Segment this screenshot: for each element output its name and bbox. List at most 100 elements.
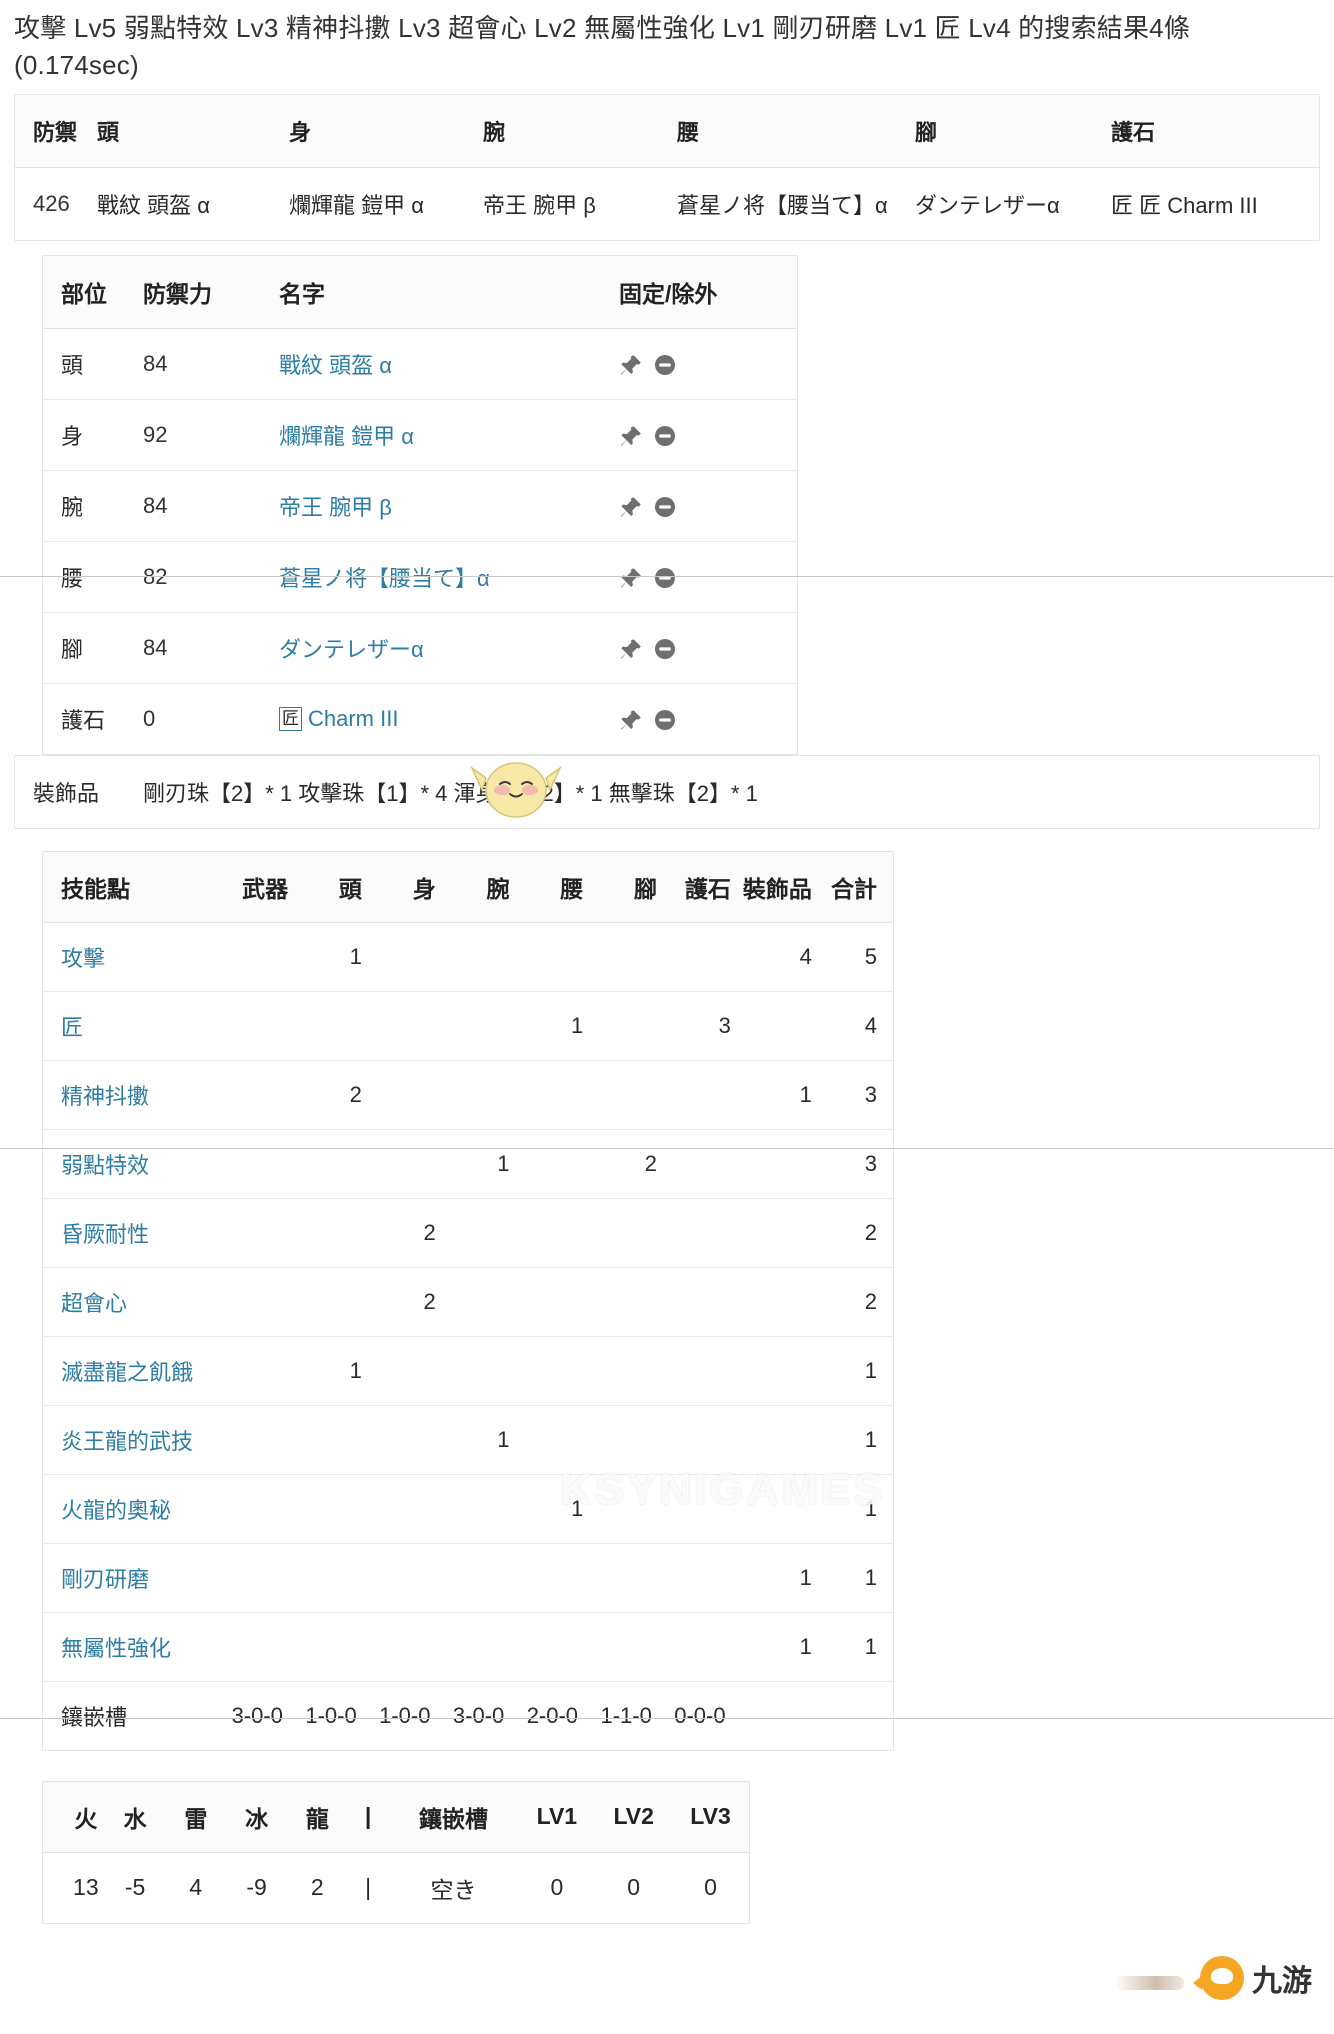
minus-circle-icon[interactable]: [653, 424, 677, 448]
skill-name-link[interactable]: 滅盡龍之飢餓: [61, 1360, 193, 1385]
piece-lock-actions[interactable]: [611, 612, 797, 684]
piece-name-link[interactable]: 戰紋 頭盔 α: [279, 353, 392, 378]
summary-col-arms: 腕: [477, 94, 671, 168]
piece-lock-actions[interactable]: [611, 683, 797, 754]
skill-points-deco: 1: [736, 1612, 818, 1682]
table-row[interactable]: 剛刃研磨 1 1: [43, 1543, 893, 1613]
skill-points-head: [294, 1267, 368, 1337]
piece-name-link[interactable]: 帝王 腕甲 β: [279, 495, 392, 520]
resistance-value-1: -5: [124, 1874, 146, 1901]
decorations-card: 裝飾品 剛刃珠【2】* 1 攻擊珠【1】* 4 渾身珠【2】* 1 無擊珠【2】…: [14, 754, 1320, 829]
skill-name-cell[interactable]: 剛刃研磨: [43, 1543, 221, 1613]
skill-points-arms: 1: [441, 1129, 516, 1199]
piece-name-cell[interactable]: 帝王 腕甲 β: [271, 470, 611, 542]
minus-circle-icon[interactable]: [653, 353, 677, 377]
skill-name-link[interactable]: 昏厥耐性: [61, 1222, 149, 1247]
table-row[interactable]: 超會心 2 2: [43, 1267, 893, 1337]
skill-points-total: 5: [817, 922, 893, 992]
skill-name-cell[interactable]: 弱點特效: [43, 1129, 221, 1199]
table-row[interactable]: 腰 82 蒼星ノ将【腰当て】α: [43, 541, 797, 613]
skill-name-cell[interactable]: 攻擊: [43, 922, 221, 992]
table-row[interactable]: 弱點特效 1 2 3: [43, 1129, 893, 1199]
skill-points-head: [294, 1474, 368, 1544]
minus-circle-icon[interactable]: [653, 566, 677, 590]
table-row[interactable]: 426 戰紋 頭盔 α 爛輝龍 鎧甲 α 帝王 腕甲 β 蒼星ノ将【腰当て】α …: [15, 167, 1319, 240]
minus-circle-icon[interactable]: [653, 495, 677, 519]
table-row[interactable]: 攻擊 1 4 5: [43, 922, 893, 992]
table-row[interactable]: 頭 84 戰紋 頭盔 α: [43, 328, 797, 400]
table-row[interactable]: 精神抖擻 2 1 3: [43, 1060, 893, 1130]
table-row[interactable]: 匠 1 3 4: [43, 991, 893, 1061]
minus-circle-icon[interactable]: [653, 637, 677, 661]
piece-name-cell[interactable]: 蒼星ノ将【腰当て】α: [271, 541, 611, 613]
piece-lock-actions[interactable]: [611, 399, 797, 471]
piece-name-cell[interactable]: 戰紋 頭盔 α: [271, 328, 611, 400]
skills-header-row: 技能點 武器頭身腕腰腳護石 裝飾品 合計: [43, 851, 893, 923]
pin-icon[interactable]: [619, 424, 643, 448]
table-row[interactable]: 滅盡龍之飢餓 1 1: [43, 1336, 893, 1406]
table-row[interactable]: 昏厥耐性 2 2: [43, 1198, 893, 1268]
skill-name-link[interactable]: 精神抖擻: [61, 1084, 149, 1109]
skill-name-link[interactable]: 炎王龍的武技: [61, 1429, 193, 1454]
piece-name-cell[interactable]: ダンテレザーα: [271, 612, 611, 684]
skill-name-link[interactable]: 匠: [61, 1015, 83, 1040]
piece-name-cell[interactable]: 匠 Charm III: [271, 683, 611, 754]
skill-points-charm: [663, 1405, 737, 1475]
piece-name-link[interactable]: ダンテレザーα: [279, 637, 424, 662]
skill-points-charm: [663, 1060, 737, 1130]
skill-points-body: 2: [367, 1198, 442, 1268]
skill-name-cell[interactable]: 匠: [43, 991, 221, 1061]
skill-name-link[interactable]: 超會心: [61, 1291, 127, 1316]
minus-circle-icon[interactable]: [653, 708, 677, 732]
pin-icon[interactable]: [619, 495, 643, 519]
skill-name-cell[interactable]: 精神抖擻: [43, 1060, 221, 1130]
slots-value-0: 3-0-0: [231, 1702, 283, 1728]
resistance-header-0: 火: [43, 1781, 105, 1853]
skill-name-link[interactable]: 無屬性強化: [61, 1636, 171, 1661]
table-row[interactable]: 火龍的奧秘 1 1: [43, 1474, 893, 1544]
skill-points-legs: [589, 1267, 664, 1337]
table-row[interactable]: 無屬性強化 1 1: [43, 1612, 893, 1682]
skill-points-body: 2: [367, 1267, 442, 1337]
skill-name-cell[interactable]: 火龍的奧秘: [43, 1474, 221, 1544]
table-row[interactable]: 腕 84 帝王 腕甲 β: [43, 470, 797, 542]
piece-name-link[interactable]: 蒼星ノ将【腰当て】α: [279, 566, 490, 591]
piece-name-link[interactable]: 爛輝龍 鎧甲 α: [279, 424, 414, 449]
piece-lock-actions[interactable]: [611, 470, 797, 542]
skill-name-link[interactable]: 攻擊: [61, 946, 105, 971]
pin-icon[interactable]: [619, 353, 643, 377]
piece-name-cell[interactable]: 爛輝龍 鎧甲 α: [271, 399, 611, 471]
slots-value-8: [818, 1681, 893, 1750]
skill-points-head: [294, 1405, 368, 1475]
pin-icon[interactable]: [619, 566, 643, 590]
piece-name-link[interactable]: Charm III: [308, 706, 398, 731]
resistance-value-8: 0: [627, 1874, 641, 1901]
skill-name-link[interactable]: 火龍的奧秘: [61, 1498, 171, 1523]
skill-name-cell[interactable]: 滅盡龍之飢餓: [43, 1336, 221, 1406]
skill-points-head: [294, 1129, 368, 1199]
piece-lock-actions[interactable]: [611, 328, 797, 400]
table-row[interactable]: 身 92 爛輝龍 鎧甲 α: [43, 399, 797, 471]
skill-name-cell[interactable]: 炎王龍的武技: [43, 1405, 221, 1475]
table-row[interactable]: 護石 0 匠 Charm III: [43, 683, 797, 754]
table-row[interactable]: 腳 84 ダンテレザーα: [43, 612, 797, 684]
skill-name-cell[interactable]: 超會心: [43, 1267, 221, 1337]
skill-name-link[interactable]: 剛刃研磨: [61, 1567, 149, 1592]
skills-col-3: 身: [367, 851, 442, 923]
pin-icon[interactable]: [619, 637, 643, 661]
skill-points-arms: [441, 1060, 516, 1130]
pin-icon[interactable]: [619, 708, 643, 732]
decorations-table: 裝飾品 剛刃珠【2】* 1 攻擊珠【1】* 4 渾身珠【2】* 1 無擊珠【2】…: [15, 756, 1319, 828]
skill-name-cell[interactable]: 無屬性強化: [43, 1612, 221, 1682]
skill-name-cell[interactable]: 昏厥耐性: [43, 1198, 221, 1268]
skill-points-head: 2: [294, 1060, 368, 1130]
table-row[interactable]: 炎王龍的武技 1 1: [43, 1405, 893, 1475]
piece-lock-actions[interactable]: [611, 541, 797, 613]
skill-points-deco: [736, 1474, 818, 1544]
armor-set-summary-card: 防禦 頭 身 腕 腰 腳 護石 426 戰紋 頭盔 α 爛輝龍 鎧甲 α 帝王 …: [14, 93, 1320, 241]
skill-points-weapon: [220, 1198, 295, 1268]
pieces-header-row: 部位 防禦力 名字 固定/除外: [43, 255, 797, 329]
skill-points-body: [367, 1405, 442, 1475]
skill-name-link[interactable]: 弱點特效: [61, 1153, 149, 1178]
piece-defense: 92: [135, 399, 271, 471]
